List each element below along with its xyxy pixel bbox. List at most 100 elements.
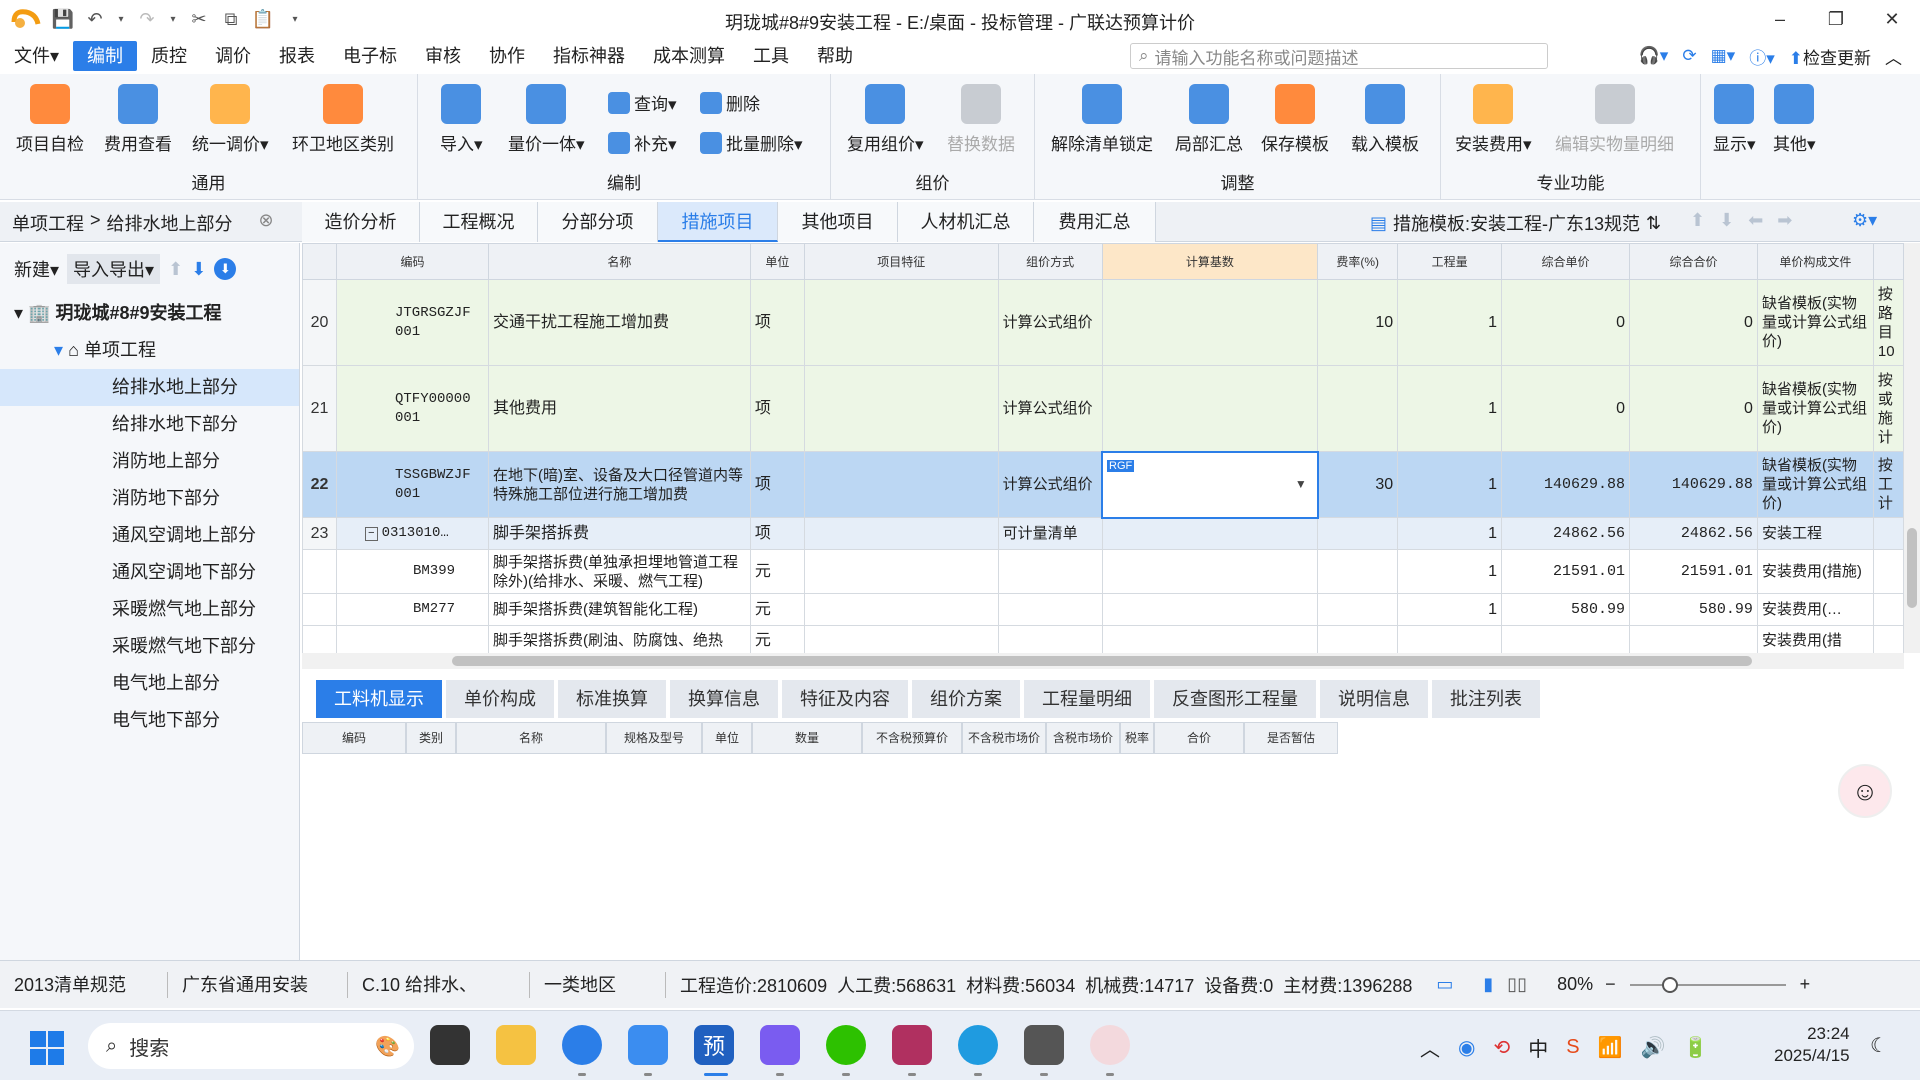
layout-split-icon[interactable]: ▯▯ [1507, 974, 1527, 995]
cell-extra[interactable] [1872, 593, 1904, 626]
chevron-down-icon[interactable]: ▼ [1295, 475, 1307, 494]
col-header[interactable]: 不含税市场价 [962, 722, 1046, 754]
headset-icon[interactable]: 🎧▾ [1639, 46, 1669, 66]
reuse-group-button[interactable]: 复用组价▾ [847, 84, 924, 155]
table-row[interactable]: 21 QTFY00000 001 其他费用 项 计算公式组价 1 0 0 缺省模… [302, 365, 1904, 452]
col-header[interactable]: 名称 [487, 243, 751, 280]
cell-qty[interactable]: 1 [1397, 549, 1503, 594]
quantity-price-button[interactable]: 量价一体▾ [508, 84, 585, 155]
layout-single-icon[interactable]: ▮ [1483, 974, 1493, 995]
local-summary-button[interactable]: 局部汇总 [1175, 84, 1243, 155]
cell-name[interactable]: 脚手架搭拆费(单独承担埋地管道工程除外)(给排水、采暖、燃气工程) [487, 549, 751, 594]
tab-cost-analysis[interactable]: 造价分析 [302, 202, 420, 242]
grid-horizontal-scrollbar[interactable] [302, 653, 1904, 669]
table-row-selected[interactable]: 22 TSSGBWZJF 001 在地下(暗)室、设备及大口径管道内等特殊施工部… [302, 450, 1904, 519]
cell-extra[interactable] [1872, 625, 1904, 653]
menu-help[interactable]: 帮助 [803, 41, 867, 71]
cell-total[interactable] [1629, 625, 1758, 653]
col-header[interactable]: 费率(%) [1317, 243, 1399, 280]
cell-qty[interactable]: 1 [1397, 279, 1503, 366]
table-row[interactable]: 23 −0313010… 脚手架搭拆费 项 可计量清单 1 24862.56 2… [302, 517, 1904, 550]
battery-icon[interactable]: 🔋 [1683, 1035, 1708, 1060]
cell-qty[interactable] [1397, 625, 1503, 653]
base-input-value[interactable]: RGF [1107, 459, 1135, 472]
col-header[interactable]: 数量 [752, 722, 862, 754]
breadcrumb-item-project[interactable]: 单项工程 [12, 210, 84, 236]
cell-file[interactable]: 安装费用(措施) [1756, 549, 1874, 594]
tab-labor-material-summary[interactable]: 人材机汇总 [898, 202, 1034, 242]
view-toggle-icon[interactable]: ▭ [1436, 974, 1453, 995]
cell-code[interactable]: TSSGBWZJF 001 [335, 451, 489, 518]
cell-unit[interactable]: 项 [749, 517, 805, 550]
cell-price[interactable] [1501, 625, 1630, 653]
undo-dropdown-icon[interactable]: ▾ [116, 8, 126, 30]
edge-icon[interactable] [958, 1025, 998, 1065]
collapse-panel-icon[interactable]: ⊗ [259, 210, 274, 236]
close-button[interactable]: ✕ [1864, 0, 1920, 38]
menu-edit[interactable]: 编制 [73, 41, 138, 71]
other-button[interactable]: 其他▾ [1773, 84, 1816, 155]
import-export-button[interactable]: 导入导出▾ [67, 254, 161, 284]
cell-extra[interactable]: 按工计 [1872, 451, 1904, 518]
cell-total[interactable]: 0 [1629, 365, 1758, 452]
wechat-icon[interactable] [826, 1025, 866, 1065]
menu-cost-calc[interactable]: 成本测算 [639, 41, 739, 71]
cell-name[interactable]: 脚手架搭拆费 [487, 517, 751, 550]
col-header[interactable] [1872, 243, 1904, 280]
collapse-ribbon-icon[interactable]: ︿ [1885, 44, 1902, 69]
tab-measures[interactable]: 措施项目 [658, 202, 778, 242]
cell-rate[interactable] [1317, 365, 1399, 452]
cell-extra[interactable] [1872, 517, 1904, 550]
query-button[interactable]: 查询▾ [608, 90, 677, 115]
cell-file[interactable]: 安装费用(… [1756, 593, 1874, 626]
unlock-list-button[interactable]: 解除清单锁定 [1051, 84, 1153, 155]
col-header[interactable]: 是否暂估 [1244, 722, 1338, 754]
zoom-in-icon[interactable]: + [1800, 974, 1811, 995]
table-row[interactable]: 脚手架搭拆费(刷油、防腐蚀、绝热 元 安装费用(措 [302, 625, 1904, 653]
cell-extra[interactable] [1872, 549, 1904, 594]
undo-icon[interactable]: ↶ [84, 8, 106, 30]
cell-total[interactable]: 21591.01 [1629, 549, 1758, 594]
tab-unit-price-structure[interactable]: 单价构成 [446, 680, 554, 718]
tree-item[interactable]: 采暖燃气地下部分 [0, 628, 299, 665]
col-header[interactable]: 编码 [335, 243, 489, 280]
cell-qty[interactable]: 1 [1397, 593, 1503, 626]
cell-name[interactable]: 脚手架搭拆费(刷油、防腐蚀、绝热 [487, 625, 751, 653]
wifi-icon[interactable]: 📶 [1598, 1035, 1623, 1060]
menu-quality[interactable]: 质控 [137, 41, 201, 71]
maximize-button[interactable]: ❐ [1808, 0, 1864, 38]
grid-vertical-scrollbar[interactable] [1904, 243, 1920, 653]
copy-icon[interactable]: ⧉ [220, 8, 242, 30]
cell-name[interactable]: 其他费用 [487, 365, 751, 452]
tree-item[interactable]: 电气地上部分 [0, 665, 299, 702]
apps-grid-icon[interactable]: ▦▾ [1711, 46, 1736, 66]
edit-detail-button[interactable]: 编辑实物量明细 [1555, 84, 1674, 155]
col-header[interactable]: 组价方式 [997, 243, 1103, 280]
cell-base-editor[interactable]: RGF ▼ [1101, 450, 1319, 519]
refresh-icon[interactable]: ⟳ [1682, 46, 1696, 66]
browser-icon[interactable] [562, 1025, 602, 1065]
import-button[interactable]: 导入▾ [440, 84, 483, 155]
doc-app-icon[interactable] [628, 1025, 668, 1065]
cell-rate[interactable] [1317, 625, 1399, 653]
winrar-icon[interactable] [892, 1025, 932, 1065]
move-left-icon[interactable]: ⬅ [1748, 210, 1763, 231]
tab-features[interactable]: 特征及内容 [782, 680, 908, 718]
cell-file[interactable]: 安装费用(措 [1756, 625, 1874, 653]
glodon-app-icon[interactable]: 预 [694, 1025, 734, 1065]
menu-file[interactable]: 文件▾ [0, 41, 73, 71]
cell-price[interactable]: 580.99 [1501, 593, 1630, 626]
zoom-slider[interactable] [1629, 976, 1786, 993]
col-header[interactable]: 名称 [456, 722, 606, 754]
tab-conversion-info[interactable]: 换算信息 [670, 680, 778, 718]
cell-total[interactable]: 0 [1629, 279, 1758, 366]
cell-price[interactable]: 21591.01 [1501, 549, 1630, 594]
cell-method[interactable] [997, 625, 1103, 653]
replace-data-button[interactable]: 替换数据 [947, 84, 1015, 155]
cell-code[interactable] [335, 625, 489, 653]
tab-labor-material-display[interactable]: 工料机显示 [316, 680, 442, 718]
col-header[interactable]: 含税市场价 [1046, 722, 1120, 754]
menu-e-bid[interactable]: 电子标 [329, 41, 411, 71]
cell-rate[interactable] [1317, 593, 1399, 626]
cell-unit[interactable]: 项 [749, 279, 805, 366]
